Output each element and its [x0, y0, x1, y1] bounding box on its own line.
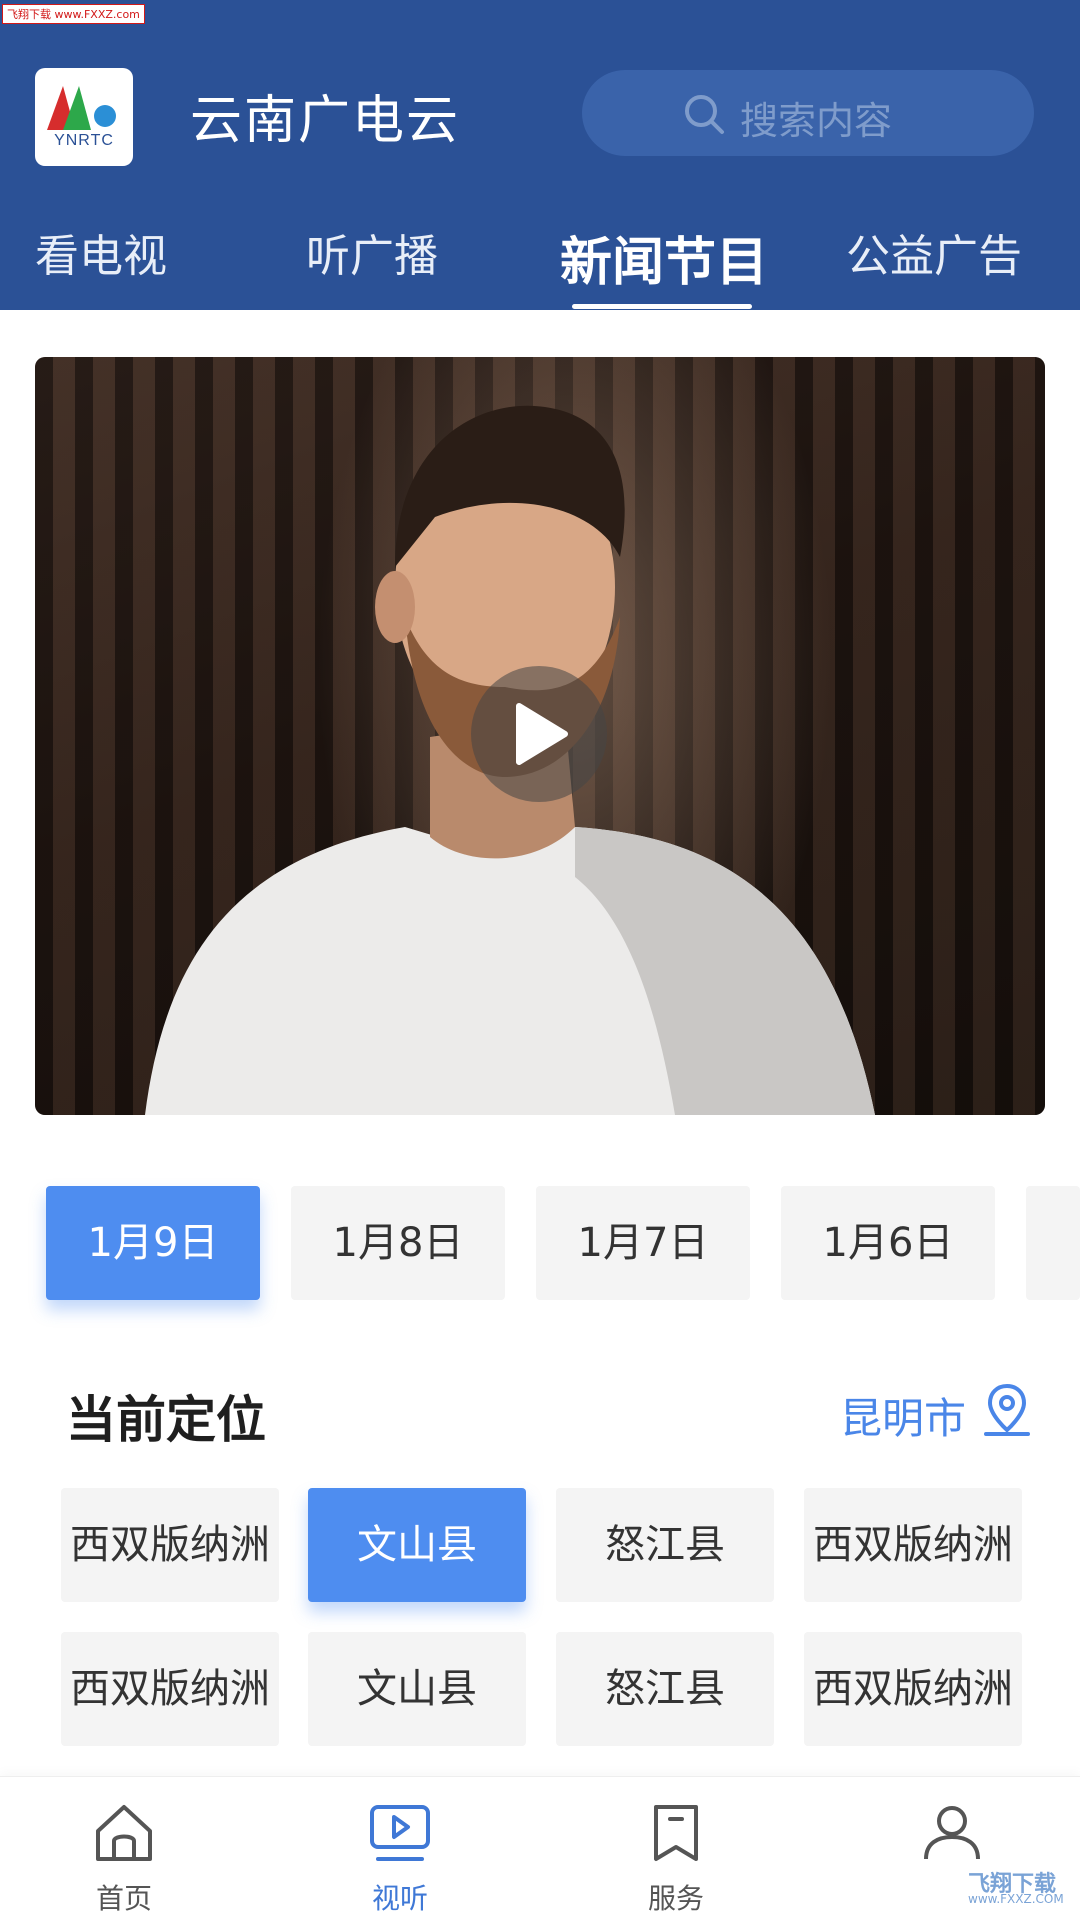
nav-media[interactable]: 视听 [300, 1777, 500, 1920]
region-item[interactable]: 西双版纳洲 [61, 1632, 279, 1746]
search-placeholder: 搜索内容 [740, 99, 893, 143]
user-icon [924, 1806, 980, 1860]
nav-service[interactable]: 服务 [576, 1777, 776, 1920]
logo-text: YNRTC [54, 132, 114, 149]
date-chip-3[interactable]: 1月7日 [536, 1186, 750, 1300]
date-chip-5-partial[interactable] [1026, 1186, 1080, 1300]
region-item[interactable]: 文山县 [308, 1632, 526, 1746]
watermark-bottom: 飞翔下载 www.FXXZ.COM [918, 1860, 1076, 1914]
date-chip-4[interactable]: 1月6日 [781, 1186, 995, 1300]
play-icon [516, 703, 568, 765]
region-item[interactable]: 西双版纳洲 [804, 1632, 1022, 1746]
tab-bar: 看电视 听广播 新闻节目 公益广告 [0, 210, 1080, 310]
nav-home[interactable]: 首页 [24, 1777, 224, 1920]
search-icon [685, 95, 724, 134]
video-player[interactable] [35, 357, 1045, 1115]
region-item[interactable]: 怒江县 [556, 1632, 774, 1746]
tab-watch-tv[interactable]: 看电视 [35, 220, 167, 284]
location-title: 当前定位 [66, 1391, 266, 1449]
date-chip-1[interactable]: 1月9日 [46, 1186, 260, 1300]
app-logo: YNRTC [35, 68, 133, 166]
tv-play-icon [370, 1805, 430, 1861]
app-header: 飞翔下载 www.FXXZ.com YNRTC 云南广电云 搜索内容 看电视 听… [0, 0, 1080, 310]
nav-home-label: 首页 [95, 1882, 152, 1915]
home-icon [96, 1805, 152, 1861]
tab-public-ads[interactable]: 公益广告 [846, 220, 1022, 284]
search-bar[interactable]: 搜索内容 [582, 70, 1034, 156]
date-chip-2[interactable]: 1月8日 [291, 1186, 505, 1300]
location-city[interactable]: 昆明市 [840, 1385, 966, 1446]
watermark-top: 飞翔下载 www.FXXZ.com [2, 4, 145, 24]
play-button[interactable] [471, 666, 607, 802]
watermark-bottom-url: www.FXXZ.COM [968, 1892, 1064, 1906]
tab-news[interactable]: 新闻节目 [560, 220, 768, 295]
region-item[interactable]: 怒江县 [556, 1488, 774, 1602]
nav-media-label: 视听 [371, 1882, 428, 1915]
date-selector: 1月9日 1月8日 1月7日 1月6日 [0, 1186, 1080, 1306]
region-item-selected[interactable]: 文山县 [308, 1488, 526, 1602]
tab-active-indicator [572, 304, 752, 309]
app-title: 云南广电云 [190, 91, 461, 151]
logo-icon [47, 86, 116, 130]
bookmark-icon [654, 1805, 698, 1861]
region-item[interactable]: 西双版纳洲 [804, 1488, 1022, 1602]
region-item[interactable]: 西双版纳洲 [61, 1488, 279, 1602]
nav-service-label: 服务 [647, 1882, 704, 1915]
tab-radio[interactable]: 听广播 [306, 220, 438, 284]
location-pin-icon[interactable] [982, 1380, 1032, 1438]
